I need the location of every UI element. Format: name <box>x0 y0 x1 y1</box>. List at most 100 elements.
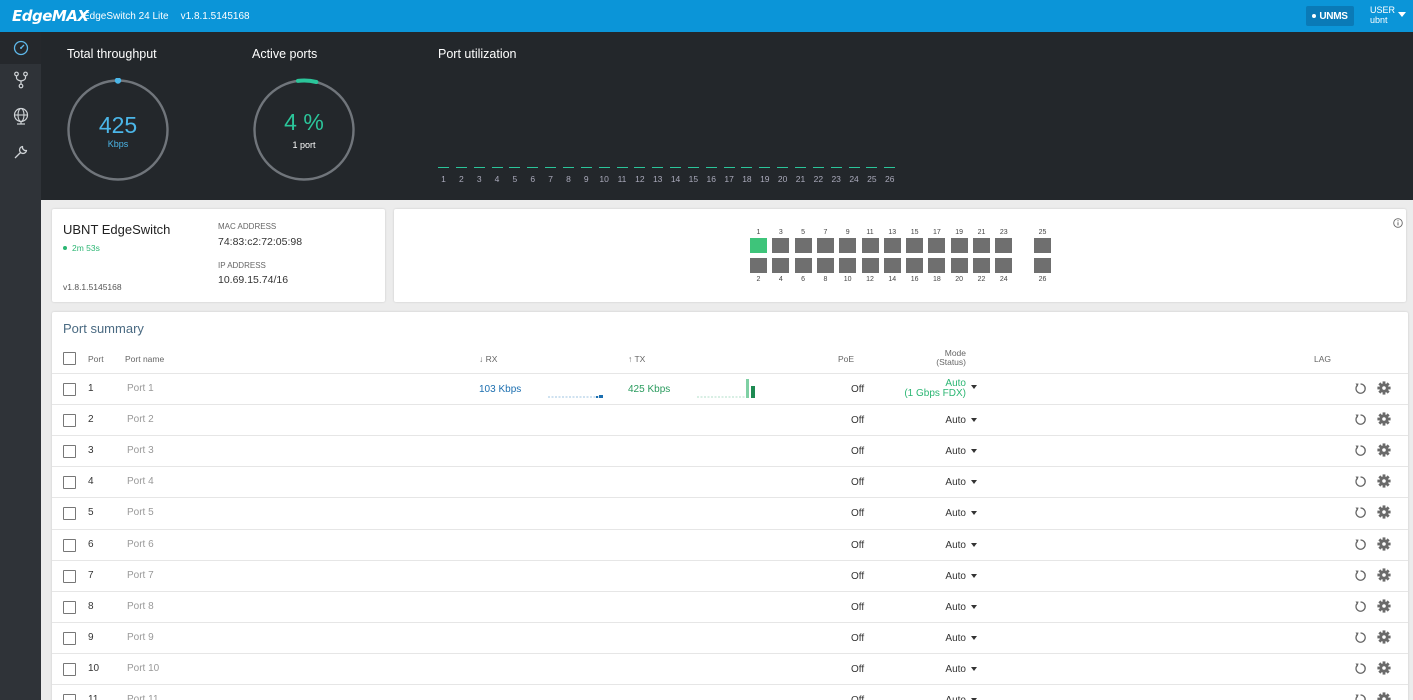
port-name[interactable]: Port 10 <box>127 663 159 674</box>
table-row[interactable]: 5 Port 5 Off Auto <box>52 497 1408 528</box>
reset-counter-icon[interactable] <box>1354 382 1367 400</box>
row-checkbox[interactable] <box>63 694 76 700</box>
column-mode[interactable]: Mode (Status) <box>904 349 966 367</box>
gear-icon[interactable] <box>1377 661 1391 680</box>
table-row[interactable]: 11 Port 11 Off Auto <box>52 684 1408 700</box>
port-18-indicator[interactable] <box>928 258 946 273</box>
reset-counter-icon[interactable] <box>1354 631 1367 649</box>
gear-icon[interactable] <box>1377 443 1391 462</box>
row-checkbox[interactable] <box>63 662 76 676</box>
reset-counter-icon[interactable] <box>1354 662 1367 680</box>
column-rx[interactable]: ↓ RX <box>479 354 497 364</box>
gear-icon[interactable] <box>1377 381 1391 400</box>
port-9-indicator[interactable] <box>839 238 857 253</box>
user-menu-caret-icon[interactable] <box>1398 12 1406 17</box>
port-20-indicator[interactable] <box>950 258 968 273</box>
link-mode[interactable]: Auto <box>906 477 966 488</box>
mode-dropdown-caret-icon[interactable] <box>971 385 977 389</box>
port-10-indicator[interactable] <box>839 258 857 273</box>
port-22-indicator[interactable] <box>973 258 990 273</box>
gear-icon[interactable] <box>1377 567 1391 587</box>
gear-icon[interactable] <box>1377 536 1391 556</box>
link-mode[interactable]: Auto <box>906 602 966 613</box>
port-17-indicator[interactable] <box>928 238 946 253</box>
table-row[interactable]: 8 Port 8 Off Auto <box>52 590 1408 622</box>
reset-counter-icon[interactable] <box>1354 693 1367 700</box>
gear-icon[interactable] <box>1377 599 1391 618</box>
port-15-indicator[interactable] <box>906 238 924 253</box>
port-13-indicator[interactable] <box>883 238 901 253</box>
link-mode[interactable]: Auto (1 Gbps FDX) <box>904 379 966 399</box>
port-name[interactable]: Port 6 <box>127 539 154 550</box>
reset-counter-icon[interactable] <box>1354 600 1367 618</box>
user-menu[interactable]: USER ubnt <box>1370 5 1395 25</box>
link-mode[interactable]: Auto <box>906 508 966 519</box>
gear-icon[interactable] <box>1377 412 1391 431</box>
reset-counter-icon[interactable] <box>1354 475 1367 493</box>
sidebar-item-dashboard[interactable] <box>0 32 41 64</box>
info-icon[interactable] <box>1393 215 1403 233</box>
select-all-checkbox[interactable] <box>63 352 76 365</box>
table-row[interactable]: 4 Port 4 Off Auto <box>52 466 1408 497</box>
table-row[interactable]: 10 Port 10 Off Auto <box>52 652 1408 684</box>
table-row[interactable]: 9 Port 9 Off Auto <box>52 621 1408 653</box>
link-mode[interactable]: Auto <box>906 446 966 457</box>
sidebar-item-tools[interactable] <box>0 136 41 168</box>
link-mode[interactable]: Auto <box>906 571 966 582</box>
port-16-indicator[interactable] <box>906 258 924 273</box>
mode-dropdown-caret-icon[interactable] <box>971 511 977 516</box>
row-checkbox[interactable] <box>63 538 76 552</box>
row-checkbox[interactable] <box>63 414 76 428</box>
reset-counter-icon[interactable] <box>1354 444 1367 462</box>
gear-icon[interactable] <box>1377 474 1391 493</box>
mode-dropdown-caret-icon[interactable] <box>971 573 977 578</box>
reset-counter-icon[interactable] <box>1354 538 1367 556</box>
port-14-indicator[interactable] <box>883 258 901 273</box>
port-7-indicator[interactable] <box>816 238 834 253</box>
port-name[interactable]: Port 7 <box>127 570 154 581</box>
mode-dropdown-caret-icon[interactable] <box>971 542 977 547</box>
port-5-indicator[interactable] <box>794 238 812 253</box>
port-4-indicator[interactable] <box>772 258 790 273</box>
port-23-indicator[interactable] <box>995 238 1013 253</box>
sidebar-item-ports[interactable] <box>0 64 41 96</box>
port-8-indicator[interactable] <box>816 258 834 273</box>
port-12-indicator[interactable] <box>861 258 879 273</box>
row-checkbox[interactable] <box>63 445 76 459</box>
row-checkbox[interactable] <box>63 507 76 521</box>
port-19-indicator[interactable] <box>950 238 968 253</box>
table-row[interactable]: 6 Port 6 Off Auto <box>52 528 1408 560</box>
column-poe[interactable]: PoE <box>838 354 854 364</box>
port-3-indicator[interactable] <box>772 238 790 253</box>
port-name[interactable]: Port 8 <box>127 601 154 612</box>
row-checkbox[interactable] <box>63 631 76 645</box>
unms-button[interactable]: UNMS <box>1306 6 1354 26</box>
port-6-indicator[interactable] <box>794 258 812 273</box>
port-name[interactable]: Port 9 <box>127 632 154 643</box>
table-row[interactable]: 1 Port 1 103 Kbps 425 Kbps Off Auto (1 Gbps FD… <box>52 373 1408 404</box>
port-11-indicator[interactable] <box>861 238 879 253</box>
mode-dropdown-caret-icon[interactable] <box>971 635 977 640</box>
table-row[interactable]: 7 Port 7 Off Auto <box>52 559 1408 591</box>
table-row[interactable]: 2 Port 2 Off Auto <box>52 404 1408 435</box>
port-name[interactable]: Port 5 <box>127 507 154 518</box>
port-1-indicator[interactable] <box>750 238 767 253</box>
reset-counter-icon[interactable] <box>1354 413 1367 431</box>
link-mode[interactable]: Auto <box>906 540 966 551</box>
port-name[interactable]: Port 1 <box>127 383 154 394</box>
sidebar-item-routing[interactable] <box>0 100 41 132</box>
port-name[interactable]: Port 3 <box>127 445 154 456</box>
port-name[interactable]: Port 4 <box>127 476 154 487</box>
mode-dropdown-caret-icon[interactable] <box>971 666 977 671</box>
row-checkbox[interactable] <box>63 600 76 614</box>
gear-icon[interactable] <box>1377 630 1391 649</box>
reset-counter-icon[interactable] <box>1354 506 1367 524</box>
column-port-name[interactable]: Port name <box>125 354 164 364</box>
mode-dropdown-caret-icon[interactable] <box>971 449 977 454</box>
port-21-indicator[interactable] <box>973 238 990 253</box>
port-2-indicator[interactable] <box>750 258 767 273</box>
mode-dropdown-caret-icon[interactable] <box>971 480 977 485</box>
mode-dropdown-caret-icon[interactable] <box>971 604 977 609</box>
port-26-indicator[interactable] <box>1034 258 1051 273</box>
column-port[interactable]: Port <box>88 354 104 364</box>
